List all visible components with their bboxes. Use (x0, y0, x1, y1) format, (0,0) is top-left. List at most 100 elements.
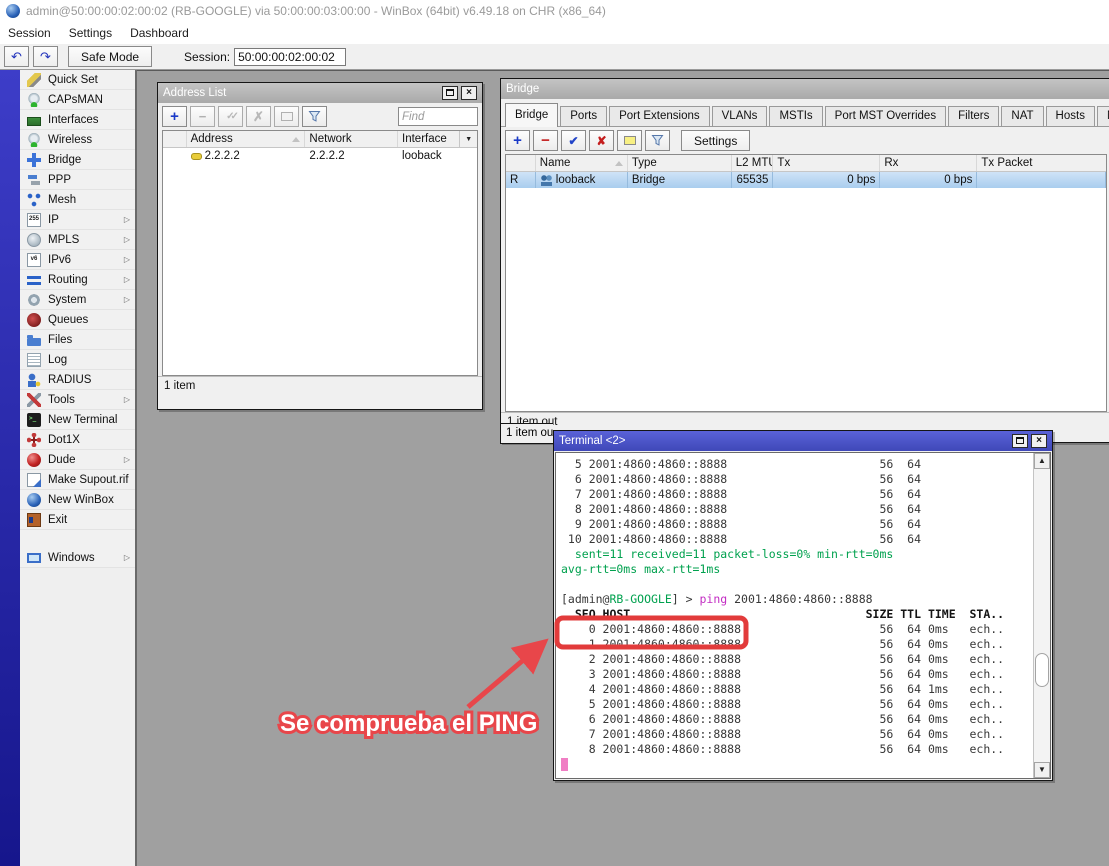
tab-port-mst-overrides[interactable]: Port MST Overrides (825, 106, 946, 126)
bridge-status: 1 item out (501, 412, 1109, 431)
maximize-icon[interactable] (442, 86, 458, 100)
address-row[interactable]: 2.2.2.2 2.2.2.2 looback (163, 148, 477, 164)
sidebar-item-make-supout-rif[interactable]: Make Supout.rif (20, 470, 135, 490)
bridge-flags-column-header[interactable] (506, 155, 536, 171)
bridge-filter-icon[interactable] (645, 130, 670, 151)
dude-icon (27, 453, 41, 467)
bridge-row[interactable]: R looback Bridge 65535 0 bps 0 bps (506, 172, 1106, 188)
sidebar-item-radius[interactable]: RADIUS (20, 370, 135, 390)
sidebar-item-label: Queues (48, 314, 135, 326)
sidebar: Quick SetCAPsMAN Interfaces WirelessBridge… (0, 70, 137, 866)
tab-ports[interactable]: Ports (560, 106, 607, 126)
name-column-header[interactable]: Name (536, 155, 628, 171)
disable-address-button[interactable]: ✗ (246, 106, 271, 127)
sort-icon (615, 161, 623, 166)
tx-column-header[interactable]: Tx (773, 155, 880, 171)
sidebar-item-label: IP (48, 214, 117, 226)
redo-icon[interactable]: ↷ (33, 46, 58, 67)
rx-column-header[interactable]: Rx (880, 155, 977, 171)
column-select-icon[interactable]: ▼ (459, 131, 477, 147)
flags-column-header[interactable] (163, 131, 187, 147)
find-input[interactable] (398, 107, 478, 126)
bridge-settings-button[interactable]: Settings (681, 130, 750, 151)
terminal-window: Terminal <2> × 5 2001:4860:4860::8888 56… (553, 430, 1053, 781)
terminal-body[interactable]: 5 2001:4860:4860::8888 56 64 6 2001:4860… (555, 452, 1051, 779)
quickset-icon (27, 73, 41, 87)
comment-button[interactable] (274, 106, 299, 127)
add-bridge-button[interactable]: + (505, 130, 530, 151)
sidebar-item-new-terminal[interactable]: New Terminal (20, 410, 135, 430)
menu-session[interactable]: Session (8, 24, 61, 42)
disable-bridge-button[interactable]: ✘ (589, 130, 614, 151)
sidebar-item-label: MPLS (48, 234, 117, 246)
scrollbar-thumb[interactable] (1035, 653, 1049, 687)
sidebar-item-new-winbox[interactable]: New WinBox (20, 490, 135, 510)
remove-address-button[interactable]: − (190, 106, 215, 127)
scroll-down-icon[interactable]: ▼ (1034, 762, 1050, 778)
maximize-icon[interactable] (1012, 434, 1028, 448)
sidebar-item-bridge[interactable]: Bridge (20, 150, 135, 170)
sidebar-item-mesh[interactable]: Mesh (20, 190, 135, 210)
enable-address-button[interactable]: ✓✓ (218, 106, 243, 127)
scroll-up-icon[interactable]: ▲ (1034, 453, 1050, 469)
ip-address-icon (191, 153, 202, 160)
tab-vlans[interactable]: VLANs (712, 106, 768, 126)
safe-mode-button[interactable]: Safe Mode (68, 46, 152, 67)
ppp-icon (27, 173, 41, 187)
sidebar-item-dude[interactable]: Dude▷ (20, 450, 135, 470)
menu-settings[interactable]: Settings (69, 24, 122, 42)
sidebar-item-system[interactable]: System▷ (20, 290, 135, 310)
close-icon[interactable]: × (1031, 434, 1047, 448)
tab-port-extensions[interactable]: Port Extensions (609, 106, 710, 126)
tab-nat[interactable]: NAT (1001, 106, 1043, 126)
tab-mdb[interactable]: MDB (1097, 106, 1109, 126)
close-icon[interactable]: × (461, 86, 477, 100)
address-column-header[interactable]: Address (187, 131, 306, 147)
bridge-titlebar[interactable]: Bridge (501, 79, 1109, 99)
sidebar-item-ppp[interactable]: PPP (20, 170, 135, 190)
tab-mstis[interactable]: MSTIs (769, 106, 822, 126)
address-list-titlebar[interactable]: Address List × (158, 83, 482, 103)
remove-bridge-button[interactable]: − (533, 130, 558, 151)
terminal-title: Terminal <2> (559, 435, 1012, 447)
sidebar-item-mpls[interactable]: MPLS▷ (20, 230, 135, 250)
sidebar-item-label: Interfaces (48, 114, 135, 126)
tx-packet-column-header[interactable]: Tx Packet (977, 155, 1106, 171)
sidebar-item-interfaces[interactable]: Interfaces (20, 110, 135, 130)
sidebar-item-tools[interactable]: Tools▷ (20, 390, 135, 410)
sidebar-item-dot1x[interactable]: Dot1X (20, 430, 135, 450)
sidebar-item-capsman[interactable]: CAPsMAN (20, 90, 135, 110)
sidebar-item-queues[interactable]: Queues (20, 310, 135, 330)
windows-icon (27, 553, 41, 563)
app-titlebar[interactable]: admin@50:00:00:02:00:02 (RB-GOOGLE) via … (0, 0, 1109, 22)
network-column-header[interactable]: Network (305, 131, 398, 147)
terminal-titlebar[interactable]: Terminal <2> × (554, 431, 1052, 451)
interface-column-header[interactable]: Interface (398, 131, 459, 147)
type-column-header[interactable]: Type (628, 155, 732, 171)
tab-hosts[interactable]: Hosts (1046, 106, 1095, 126)
enable-bridge-button[interactable]: ✔ (561, 130, 586, 151)
terminal-scrollbar[interactable]: ▲ ▼ (1033, 453, 1050, 778)
menu-dashboard[interactable]: Dashboard (130, 24, 199, 42)
sidebar-item-ip[interactable]: IP▷ (20, 210, 135, 230)
sidebar-item-log[interactable]: Log (20, 350, 135, 370)
bridge-table-body: R looback Bridge 65535 0 bps 0 bps (506, 172, 1106, 411)
sidebar-item-routing[interactable]: Routing▷ (20, 270, 135, 290)
comment-bridge-button[interactable] (617, 130, 642, 151)
sort-icon (292, 137, 300, 142)
undo-icon[interactable]: ↶ (4, 46, 29, 67)
sidebar-item-windows[interactable]: Windows▷ (20, 548, 135, 568)
sidebar-item-files[interactable]: Files (20, 330, 135, 350)
tab-bridge[interactable]: Bridge (505, 103, 558, 127)
sidebar-item-ipv6[interactable]: IPv6▷ (20, 250, 135, 270)
add-address-button[interactable]: + (162, 106, 187, 127)
tab-filters[interactable]: Filters (948, 106, 999, 126)
bridge-interface-icon (540, 174, 553, 187)
sidebar-item-quick-set[interactable]: Quick Set (20, 70, 135, 90)
session-field[interactable] (234, 48, 346, 66)
l2mtu-column-header[interactable]: L2 MTU (732, 155, 774, 171)
sidebar-item-wireless[interactable]: Wireless (20, 130, 135, 150)
sidebar-item-exit[interactable]: Exit (20, 510, 135, 530)
filter-icon[interactable] (302, 106, 327, 127)
sidebar-item-label: Dot1X (48, 434, 135, 446)
